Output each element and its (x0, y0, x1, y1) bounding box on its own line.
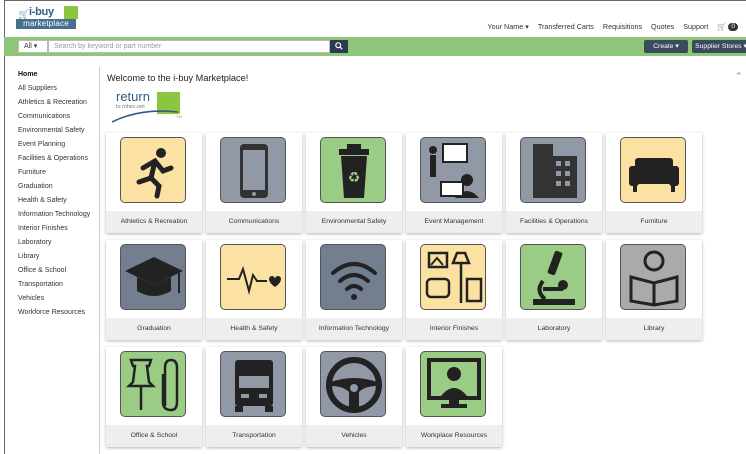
sidebar-item-communications[interactable]: Communications (18, 113, 70, 120)
category-card-athletics[interactable]: Athletics & Recreation (106, 133, 202, 233)
sidebar-item-laboratory[interactable]: Laboratory (18, 239, 51, 246)
logo-spark-icon (64, 6, 78, 19)
sidebar-item-athletics[interactable]: Athletics & Recreation (18, 99, 87, 106)
monitor-user-icon (420, 351, 486, 417)
category-card-furniture[interactable]: Furniture (606, 133, 702, 233)
cart-count-badge: 0 (728, 22, 738, 31)
sidebar: Home All Suppliers Athletics & Recreatio… (4, 67, 100, 454)
category-label: Workplace Resources (406, 425, 502, 447)
page-title: Welcome to the i-buy Marketplace! (107, 73, 249, 83)
return-to-mhec-logo[interactable]: return to mhec.net TM (110, 88, 186, 124)
running-person-icon (120, 137, 186, 203)
category-card-facilities[interactable]: Facilities & Operations (506, 133, 602, 233)
sidebar-item-interior-finishes[interactable]: Interior Finishes (18, 225, 68, 232)
return-logo-text: return (116, 89, 150, 104)
microscope-icon (520, 244, 586, 310)
sidebar-item-graduation[interactable]: Graduation (18, 183, 53, 190)
category-label: Facilities & Operations (506, 211, 602, 233)
heartbeat-icon (220, 244, 286, 310)
category-label: Event Management (406, 211, 502, 233)
category-card-event-management[interactable]: Event Management (406, 133, 502, 233)
recycling-bin-icon: ♻ (320, 137, 386, 203)
cart-icon: 🛒 (717, 22, 727, 31)
collapse-chevron-icon[interactable]: ⌃ (735, 71, 743, 82)
logo-text: i-buy (29, 6, 54, 18)
category-card-graduation[interactable]: Graduation (106, 240, 202, 340)
sidebar-item-health-safety[interactable]: Health & Safety (18, 197, 67, 204)
top-bar: 🛒 i-buy marketplace Your Name ▾ Transfer… (4, 0, 746, 34)
search-scope-select[interactable]: All ▾ (18, 40, 48, 53)
sidebar-item-library[interactable]: Library (18, 253, 39, 260)
supplier-stores-button[interactable]: Supplier Stores ▾ (692, 40, 746, 53)
search-input[interactable]: Search by keyword or part number (48, 40, 330, 53)
category-label: Interior Finishes (406, 318, 502, 340)
sidebar-item-event-planning[interactable]: Event Planning (18, 141, 65, 148)
svg-text:♻: ♻ (348, 170, 361, 186)
truck-icon (220, 351, 286, 417)
graduation-cap-icon (120, 244, 186, 310)
return-tm: TM (176, 114, 182, 119)
smartphone-icon (220, 137, 286, 203)
cart-button[interactable]: 🛒 0 (717, 22, 738, 31)
category-label: Information Technology (306, 318, 402, 340)
sofa-icon (620, 137, 686, 203)
sidebar-item-facilities[interactable]: Facilities & Operations (18, 155, 88, 162)
category-card-environmental-safety[interactable]: ♻ Environmental Safety (306, 133, 402, 233)
category-card-office-school[interactable]: Office & School (106, 347, 202, 447)
search-button[interactable] (330, 40, 348, 53)
user-menu[interactable]: Your Name ▾ (488, 22, 529, 31)
return-swoosh-icon (111, 110, 179, 123)
category-card-interior-finishes[interactable]: Interior Finishes (406, 240, 502, 340)
category-card-vehicles[interactable]: Vehicles (306, 347, 402, 447)
transferred-carts-link[interactable]: Transferred Carts (538, 22, 594, 31)
category-label: Office & School (106, 425, 202, 447)
sidebar-item-home[interactable]: Home (18, 71, 37, 78)
quotes-link[interactable]: Quotes (651, 22, 674, 31)
category-label: Communications (206, 211, 302, 233)
category-label: Athletics & Recreation (106, 211, 202, 233)
logo-subtext: marketplace (16, 19, 76, 29)
reading-person-icon (620, 244, 686, 310)
category-label: Transportation (206, 425, 302, 447)
category-card-communications[interactable]: Communications (206, 133, 302, 233)
category-label: Vehicles (306, 425, 402, 447)
sidebar-item-information-technology[interactable]: Information Technology (18, 211, 90, 218)
wifi-icon (320, 244, 386, 310)
category-label: Environmental Safety (306, 211, 402, 233)
category-card-health-safety[interactable]: Health & Safety (206, 240, 302, 340)
support-link[interactable]: Support (683, 22, 708, 31)
search-bar: All ▾ Search by keyword or part number C… (4, 37, 746, 56)
building-icon (520, 137, 586, 203)
i-buy-logo[interactable]: 🛒 i-buy marketplace (16, 6, 80, 30)
category-card-workplace-resources[interactable]: Workplace Resources (406, 347, 502, 447)
category-card-library[interactable]: Library (606, 240, 702, 340)
sidebar-item-workforce-resources[interactable]: Workforce Resources (18, 309, 85, 316)
top-nav: Your Name ▾ Transferred Carts Requisitio… (488, 22, 738, 31)
category-label: Health & Safety (206, 318, 302, 340)
sidebar-item-transportation[interactable]: Transportation (18, 281, 63, 288)
presentation-icon (420, 137, 486, 203)
steering-wheel-icon (320, 351, 386, 417)
pushpin-paperclip-icon (120, 351, 186, 417)
sidebar-item-all-suppliers[interactable]: All Suppliers (18, 85, 57, 92)
sidebar-item-vehicles[interactable]: Vehicles (18, 295, 44, 302)
interior-furniture-icon (420, 244, 486, 310)
requisitions-link[interactable]: Requisitions (603, 22, 642, 31)
search-icon (335, 42, 343, 50)
sidebar-item-office-school[interactable]: Office & School (18, 267, 66, 274)
category-label: Laboratory (506, 318, 602, 340)
sidebar-item-furniture[interactable]: Furniture (18, 169, 46, 176)
category-card-information-technology[interactable]: Information Technology (306, 240, 402, 340)
category-label: Library (606, 318, 702, 340)
category-card-laboratory[interactable]: Laboratory (506, 240, 602, 340)
category-card-transportation[interactable]: Transportation (206, 347, 302, 447)
sidebar-item-environmental-safety[interactable]: Environmental Safety (18, 127, 85, 134)
create-button[interactable]: Create ▾ (644, 40, 688, 53)
category-label: Graduation (106, 318, 202, 340)
category-label: Furniture (606, 211, 702, 233)
